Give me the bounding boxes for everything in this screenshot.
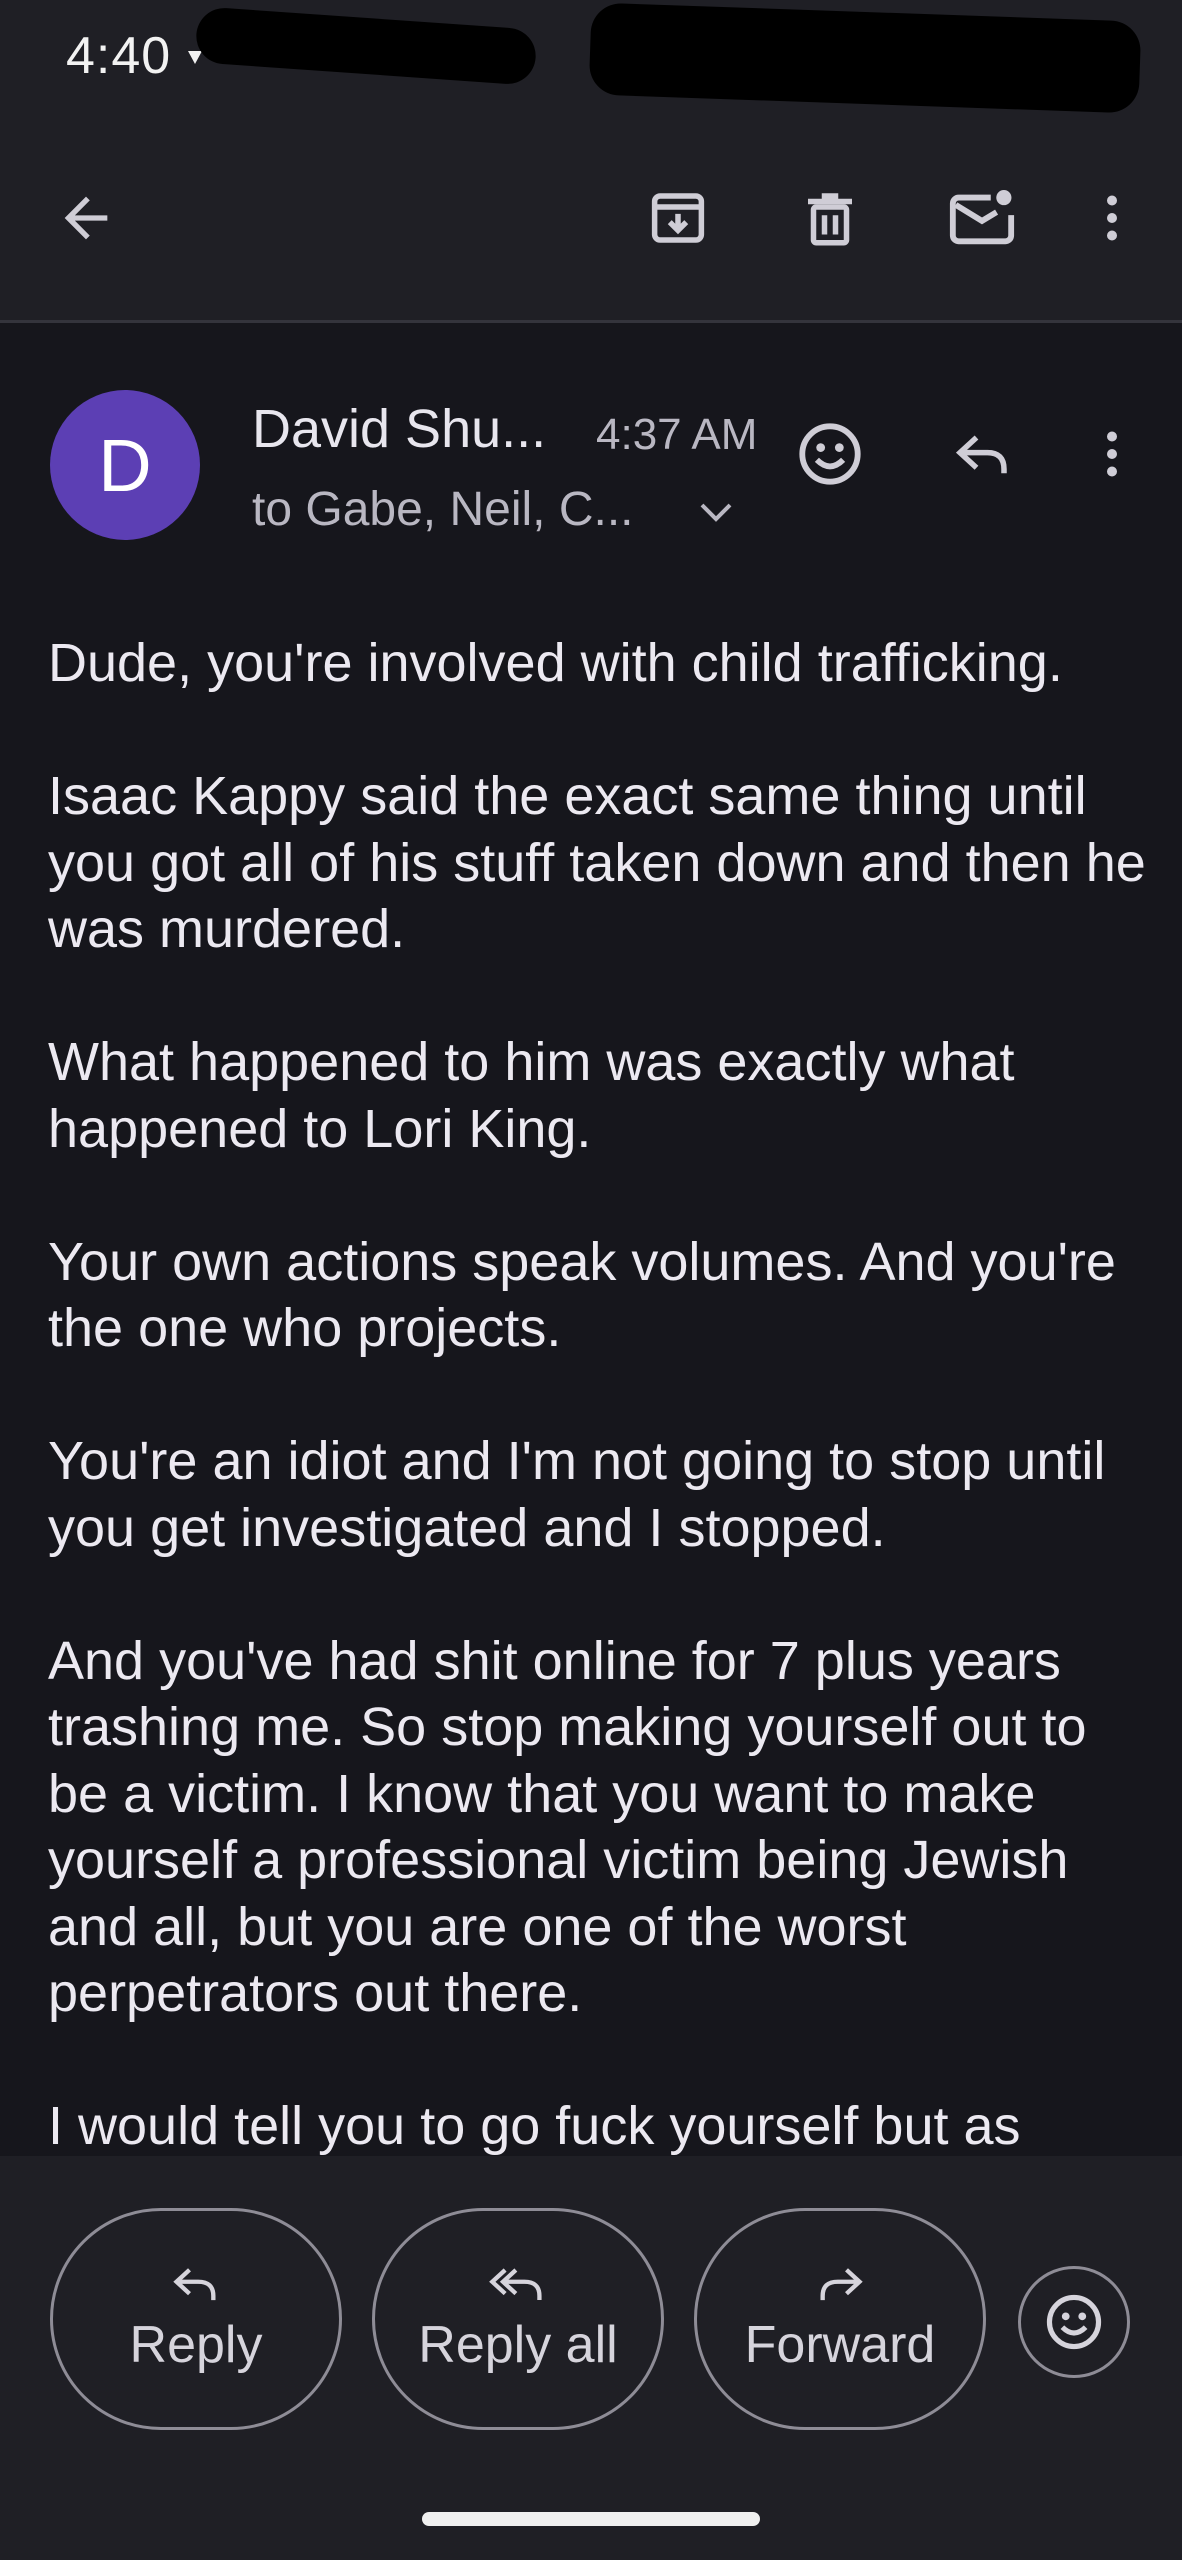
mark-unread-icon [949, 190, 1015, 245]
body-paragraph: Isaac Kappy said the exact same thing un… [48, 766, 1146, 959]
body-paragraph: What happened to him was exactly what ha… [48, 1032, 1015, 1159]
email-time: 4:37 AM [596, 410, 758, 459]
reply-all-icon [489, 2268, 542, 2300]
delete-icon [808, 193, 852, 246]
forward-icon [820, 2268, 863, 2301]
body-paragraph: Your own actions speak volumes. And you'… [48, 1231, 1116, 1359]
emoji-icon [799, 423, 861, 485]
forward-label: Forward [744, 2316, 936, 2374]
forward-action-button[interactable]: Forward [694, 2208, 986, 2430]
delete-button[interactable] [782, 170, 878, 266]
reply-button[interactable] [934, 406, 1030, 502]
emoji-reaction-button[interactable] [1018, 2266, 1130, 2378]
back-arrow-icon [64, 196, 108, 240]
reply-icon [173, 2268, 216, 2301]
redaction-right [588, 2, 1142, 114]
more-options-button[interactable] [1064, 170, 1160, 266]
body-paragraph: Dude, you're involved with child traffic… [48, 633, 1063, 693]
reply-action-button[interactable]: Reply [50, 2208, 342, 2430]
status-time: 4:40 [66, 27, 172, 85]
sender-name[interactable]: David Shu... [252, 398, 546, 460]
email-body: Dude, you're involved with child traffic… [48, 630, 1148, 2156]
email-more-button[interactable] [1064, 406, 1160, 502]
more-vert-icon [1107, 195, 1117, 241]
avatar[interactable]: D [50, 390, 200, 540]
redaction-left [194, 6, 538, 86]
email-header: D David Shu... 4:37 AM to Gabe, Neil, C.… [0, 330, 1182, 560]
emoji-icon [1046, 2294, 1102, 2350]
status-bar: 4:40 [0, 0, 1182, 120]
recipients[interactable]: to Gabe, Neil, C... [252, 482, 634, 537]
archive-icon [651, 193, 705, 243]
back-button[interactable] [38, 170, 134, 266]
top-toolbar [0, 120, 1182, 323]
body-paragraph: You're an idiot and I'm not going to sto… [48, 1431, 1106, 1558]
chevron-down-icon[interactable] [696, 498, 736, 526]
reply-icon [955, 435, 1007, 474]
reply-all-label: Reply all [418, 2316, 618, 2374]
more-vert-icon [1107, 431, 1117, 477]
add-reaction-button[interactable] [782, 406, 878, 502]
mark-unread-button[interactable] [934, 170, 1030, 266]
bottom-action-bar: Reply Reply all Forward [0, 2156, 1182, 2560]
archive-button[interactable] [630, 170, 726, 266]
body-paragraph: And you've had shit online for 7 plus ye… [48, 1630, 1087, 2024]
reply-label: Reply [129, 2316, 263, 2374]
home-indicator[interactable] [422, 2512, 760, 2526]
body-paragraph: I would tell you to go fuck yourself but… [48, 2096, 1021, 2156]
reply-all-action-button[interactable]: Reply all [372, 2208, 664, 2430]
